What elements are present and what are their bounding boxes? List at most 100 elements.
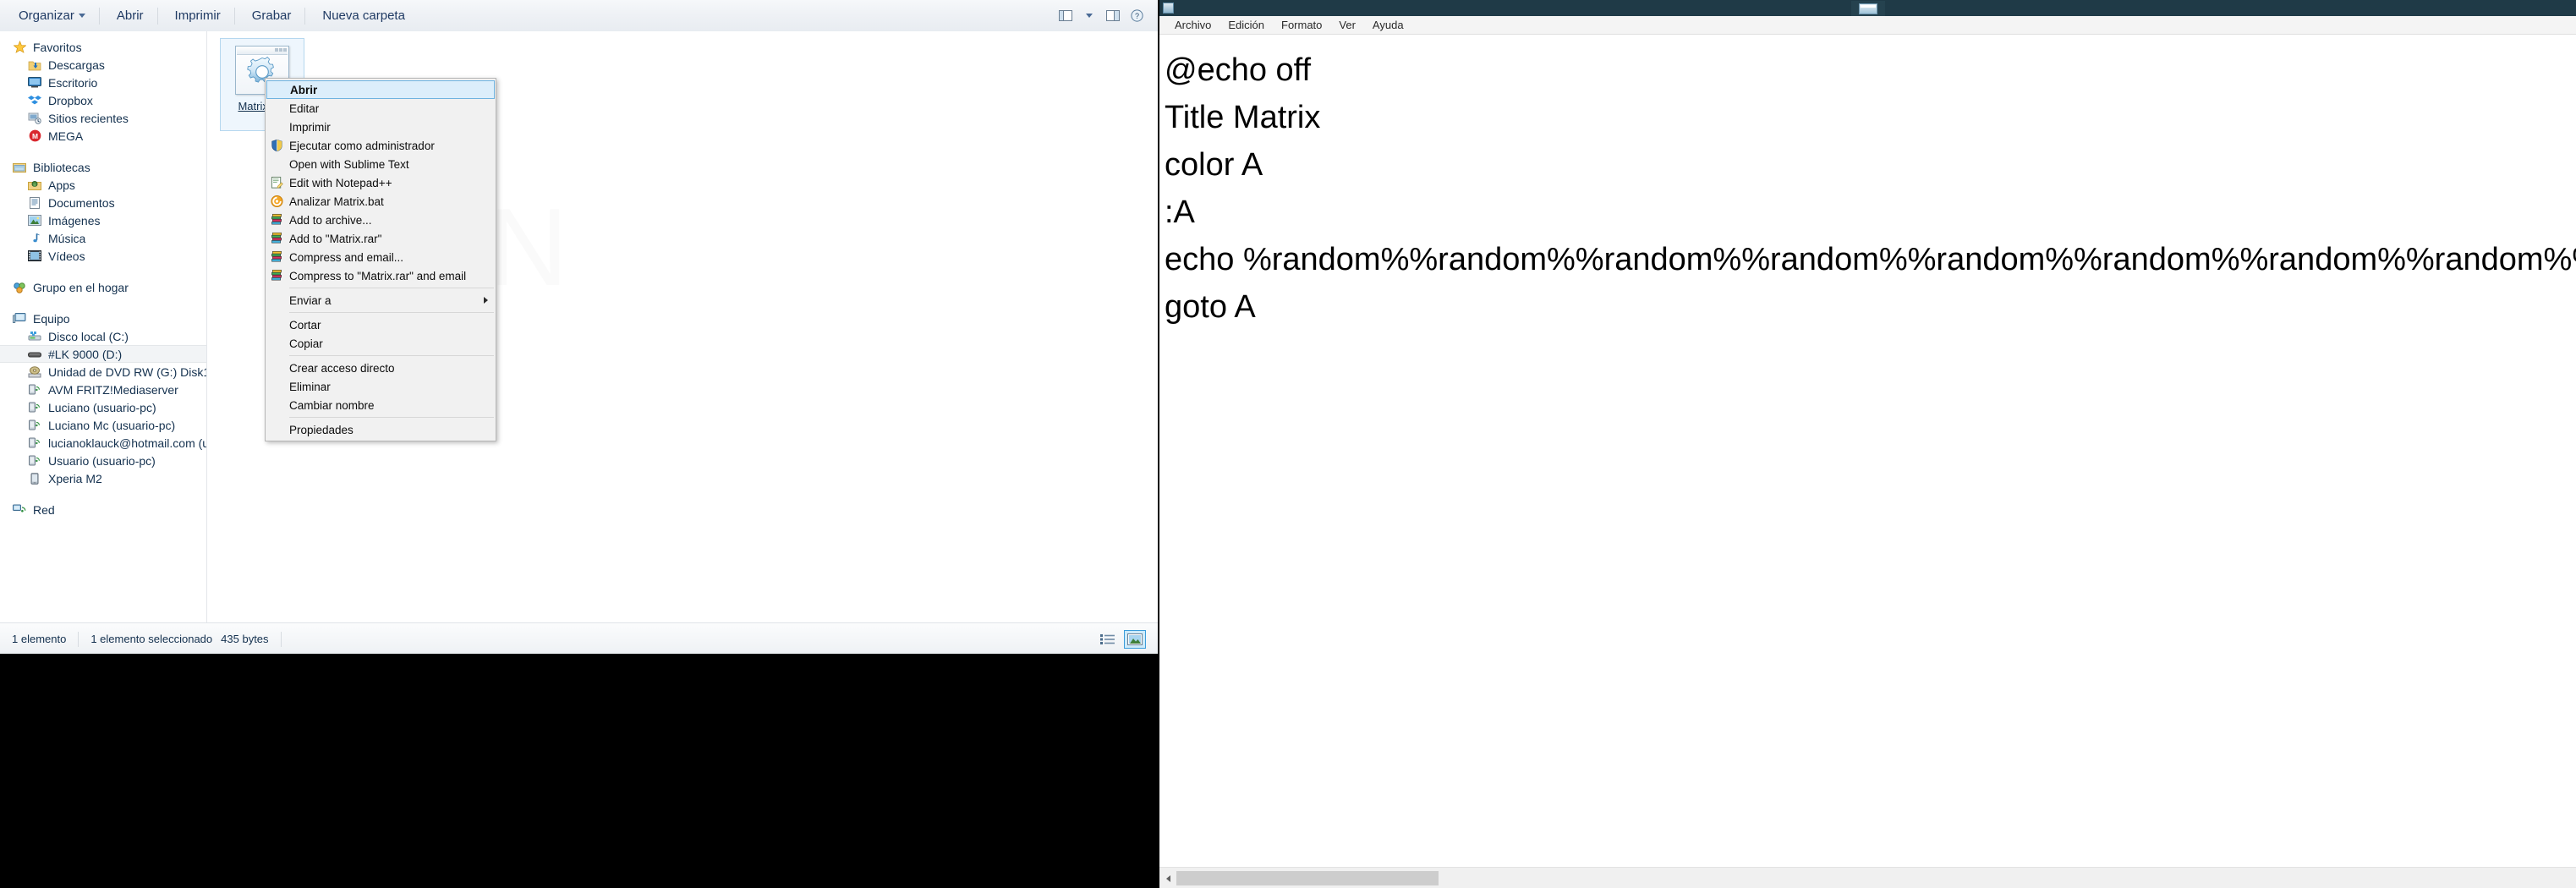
sidebar-group-red[interactable]: Red xyxy=(0,501,206,518)
sidebar-item-imagenes[interactable]: Imágenes xyxy=(0,211,206,229)
context-menu-item-imprimir[interactable]: Imprimir xyxy=(266,118,496,136)
toolbar-button-grabar[interactable]: Grabar xyxy=(242,6,302,25)
thumbnail-view-icon[interactable] xyxy=(1124,629,1146,649)
context-menu-item-analizar-matrix-bat[interactable]: Analizar Matrix.bat xyxy=(266,192,496,211)
sidebar-item-mega[interactable]: M MEGA xyxy=(0,127,206,145)
details-view-icon[interactable] xyxy=(1097,630,1119,649)
menu-formato[interactable]: Formato xyxy=(1273,17,1330,33)
context-menu-label: Propiedades xyxy=(289,423,354,436)
sidebar-item-luciano-mc-usuario-pc[interactable]: Luciano Mc (usuario-pc) xyxy=(0,416,206,434)
network-drive-icon xyxy=(27,383,42,397)
sidebar-item-label: Descargas xyxy=(48,58,105,72)
context-menu-item-enviar-a[interactable]: Enviar a xyxy=(266,291,496,310)
sidebar-item-sitios-recientes[interactable]: Sitios recientes xyxy=(0,109,206,127)
navigation-pane[interactable]: Favoritos Descargas Escritorio Dropbox S… xyxy=(0,31,207,629)
sidebar-item-disco-local-c[interactable]: Disco local (C:) xyxy=(0,327,206,345)
sidebar-item-unidad-dvd-rw-g[interactable]: Unidad de DVD RW (G:) Disk1 xyxy=(0,363,206,381)
context-menu-item-eliminar[interactable]: Eliminar xyxy=(266,377,496,396)
sidebar-item-videos[interactable]: Vídeos xyxy=(0,247,206,265)
menu-ayuda[interactable]: Ayuda xyxy=(1364,17,1412,33)
context-menu-item-propiedades[interactable]: Propiedades xyxy=(266,420,496,439)
text-line: Title Matrix xyxy=(1165,100,1321,135)
context-menu-item-compress-to-matrix-rar-and-email[interactable]: Compress to "Matrix.rar" and email xyxy=(266,266,496,285)
sidebar-group-label: Bibliotecas xyxy=(33,160,90,174)
toolbar-right-buttons: ? xyxy=(1055,7,1158,25)
notepad-horizontal-scrollbar[interactable] xyxy=(1159,867,2576,888)
sidebar-item-dropbox[interactable]: Dropbox xyxy=(0,91,206,109)
svg-text:M: M xyxy=(31,132,37,140)
toolbar-label: Organizar xyxy=(19,8,74,23)
sidebar-group-grupo-en-el-hogar[interactable]: Grupo en el hogar xyxy=(0,278,206,296)
context-menu-item-compress-and-email[interactable]: Compress and email... xyxy=(266,248,496,266)
menu-ver[interactable]: Ver xyxy=(1330,17,1364,33)
context-menu-separator xyxy=(289,417,494,418)
file-context-menu[interactable]: Abrir Editar Imprimir Ejecutar como admi… xyxy=(265,78,496,441)
menu-archivo[interactable]: Archivo xyxy=(1166,17,1219,33)
winrar-icon xyxy=(270,232,284,246)
toolbar-button-organizar[interactable]: Organizar xyxy=(8,6,96,25)
mega-icon: M xyxy=(27,129,42,143)
sidebar-item-apps[interactable]: Apps xyxy=(0,176,206,194)
winrar-icon xyxy=(270,250,284,265)
sidebar-item-label: Luciano Mc (usuario-pc) xyxy=(48,418,176,432)
sidebar-group-label: Equipo xyxy=(33,311,70,326)
context-menu-item-cortar[interactable]: Cortar xyxy=(266,315,496,334)
network-drive-icon xyxy=(27,436,42,450)
context-menu-item-copiar[interactable]: Copiar xyxy=(266,334,496,353)
help-icon[interactable]: ? xyxy=(1126,7,1148,25)
scroll-left-arrow-icon[interactable] xyxy=(1159,869,1176,888)
context-menu-item-ejecutar-como-administrador[interactable]: Ejecutar como administrador xyxy=(266,136,496,155)
sidebar-item-label: Unidad de DVD RW (G:) Disk1 xyxy=(48,365,207,379)
context-menu-item-add-to-archive[interactable]: Add to archive... xyxy=(266,211,496,229)
layout-pane-icon[interactable] xyxy=(1055,7,1077,25)
pictures-library-icon xyxy=(27,214,42,227)
toolbar-button-nueva-carpeta[interactable]: Nueva carpeta xyxy=(312,6,415,25)
menu-edicion[interactable]: Edición xyxy=(1219,17,1273,33)
sidebar-item-label: AVM FRITZ!Mediaserver xyxy=(48,382,178,397)
network-drive-icon xyxy=(27,454,42,468)
context-menu-item-crear-acceso-directo[interactable]: Crear acceso directo xyxy=(266,359,496,377)
sidebar-group-equipo[interactable]: Equipo xyxy=(0,310,206,327)
context-menu-label: Abrir xyxy=(290,83,318,96)
downloads-folder-icon xyxy=(27,58,42,72)
notepad-titlebar-thumb xyxy=(1850,1,1885,16)
sidebar-group-label: Red xyxy=(33,502,55,517)
context-menu-label: Ejecutar como administrador xyxy=(289,139,435,152)
toolbar-divider xyxy=(156,7,158,25)
sidebar-item-luciano-usuario-pc[interactable]: Luciano (usuario-pc) xyxy=(0,398,206,416)
context-menu-label: Copiar xyxy=(289,337,323,350)
sidebar-item-label: Luciano (usuario-pc) xyxy=(48,400,156,414)
context-menu-item-abrir[interactable]: Abrir xyxy=(266,80,495,99)
context-menu-item-edit-with-notepadpp[interactable]: Edit with Notepad++ xyxy=(266,173,496,192)
sidebar-item-musica[interactable]: Música xyxy=(0,229,206,247)
status-divider xyxy=(280,631,282,647)
context-menu-item-cambiar-nombre[interactable]: Cambiar nombre xyxy=(266,396,496,414)
scrollbar-thumb[interactable] xyxy=(1176,871,1439,885)
notepad-menu-bar[interactable]: Archivo Edición Formato Ver Ayuda xyxy=(1159,16,2576,35)
sidebar-item-label: MEGA xyxy=(48,129,84,143)
sidebar-item-avm-fritz-mediaserver[interactable]: AVM FRITZ!Mediaserver xyxy=(0,381,206,398)
sidebar-item-label: lucianoklauck@hotmail.com (usuari xyxy=(48,436,206,450)
sidebar-group-favoritos[interactable]: Favoritos xyxy=(0,38,206,56)
documents-library-icon xyxy=(27,196,42,210)
chevron-down-icon xyxy=(78,14,85,18)
context-menu-item-add-to-matrix-rar[interactable]: Add to "Matrix.rar" xyxy=(266,229,496,248)
sidebar-item-descargas[interactable]: Descargas xyxy=(0,56,206,74)
sidebar-item-escritorio[interactable]: Escritorio xyxy=(0,74,206,91)
status-item-count: 1 elemento xyxy=(12,633,67,645)
chevron-down-icon[interactable] xyxy=(1078,7,1100,25)
portable-device-icon xyxy=(27,472,42,485)
sidebar-item-documentos[interactable]: Documentos xyxy=(0,194,206,211)
sidebar-item-xperia-m2[interactable]: Xperia M2 xyxy=(0,469,206,487)
sidebar-item-lucianoklauck-hotmail[interactable]: lucianoklauck@hotmail.com (usuari xyxy=(0,434,206,452)
preview-pane-icon[interactable] xyxy=(1102,7,1124,25)
notepad-title-bar[interactable] xyxy=(1159,0,2576,16)
toolbar-button-abrir[interactable]: Abrir xyxy=(107,6,154,25)
sidebar-group-bibliotecas[interactable]: Bibliotecas xyxy=(0,158,206,176)
notepad-text-area[interactable]: @echo off Title Matrix color A :A echo %… xyxy=(1159,35,2576,867)
context-menu-item-editar[interactable]: Editar xyxy=(266,99,496,118)
sidebar-item-usuario-usuario-pc[interactable]: Usuario (usuario-pc) xyxy=(0,452,206,469)
context-menu-item-open-with-sublime-text[interactable]: Open with Sublime Text xyxy=(266,155,496,173)
sidebar-item-lk-9000-d[interactable]: #LK 9000 (D:) xyxy=(0,345,206,363)
toolbar-button-imprimir[interactable]: Imprimir xyxy=(165,6,231,25)
